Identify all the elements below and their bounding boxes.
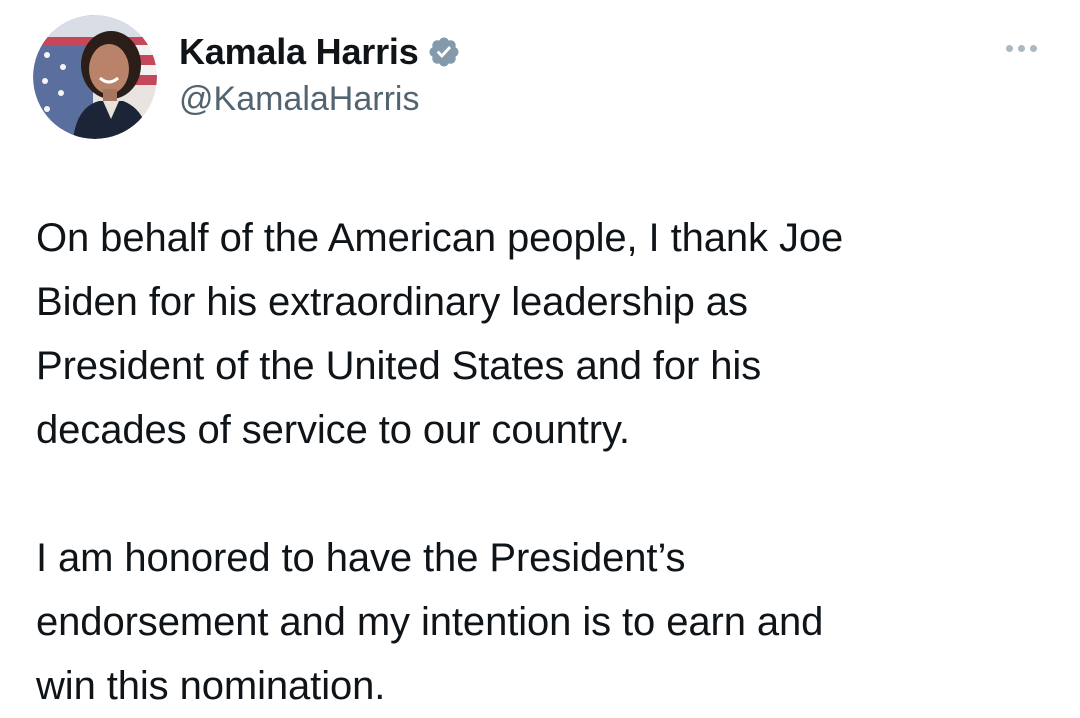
display-name[interactable]: Kamala Harris: [179, 31, 419, 73]
more-options-icon[interactable]: [998, 36, 1044, 60]
tweet-paragraph: I am honored to have the President’s end…: [36, 536, 824, 708]
tweet-card: Kamala Harris @KamalaHarris On behalf of…: [0, 0, 1080, 714]
more-dot: [1005, 44, 1013, 52]
avatar-photo: [33, 15, 157, 139]
author-name-row: Kamala Harris: [179, 28, 461, 76]
author-handle[interactable]: @KamalaHarris: [179, 80, 419, 119]
avatar[interactable]: [33, 15, 157, 139]
more-dot: [1017, 44, 1025, 52]
more-dot: [1029, 44, 1037, 52]
tweet-paragraph: On behalf of the American people, I than…: [36, 216, 844, 452]
verified-badge-icon: [427, 35, 461, 69]
tweet-text: On behalf of the American people, I than…: [36, 206, 1036, 718]
